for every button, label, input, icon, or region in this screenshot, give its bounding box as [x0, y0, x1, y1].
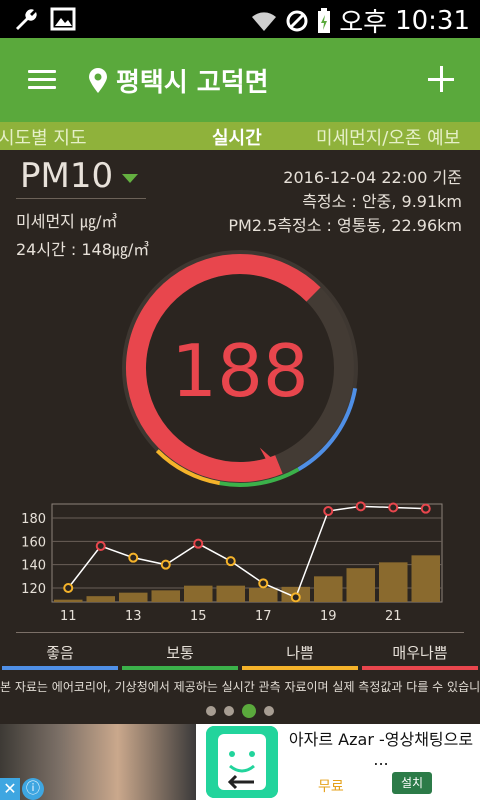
chart-point: [193, 538, 204, 549]
selector-underline: [16, 198, 146, 199]
chart-point: [160, 559, 171, 570]
page-dot[interactable]: [242, 703, 256, 718]
page-dot[interactable]: [206, 705, 216, 716]
history-chart: 120 140 160 180 11 13 15 17 19 21: [16, 500, 466, 626]
y-tick-label: 120: [21, 582, 46, 597]
app-logo-icon: [206, 726, 278, 798]
status-time: 10:31: [395, 5, 470, 36]
chart-point: [258, 578, 269, 589]
legend-very-bad: 매우나쁨: [392, 644, 448, 662]
x-tick-label: 11: [60, 609, 77, 624]
app-bar: 평택시 고덕면: [0, 38, 480, 122]
menu-icon[interactable]: [28, 70, 56, 90]
chart-bar: [119, 592, 148, 602]
ad-price: 무료: [318, 779, 344, 795]
chart-point: [95, 541, 106, 551]
wifi-icon: [252, 11, 277, 31]
status-time-label: 오후: [339, 8, 388, 38]
page-dot[interactable]: [264, 705, 274, 716]
chevron-down-icon[interactable]: [122, 174, 138, 183]
tab-strip: 시도별 지도 실시간 미세먼지/오존 예보: [0, 122, 480, 150]
ad-title[interactable]: 아자르 Azar -영상채팅으로 ...: [288, 730, 474, 770]
legend-divider: [16, 632, 464, 633]
aqi-gauge: 188: [122, 250, 358, 487]
ad-close-icon[interactable]: ✕: [0, 778, 20, 800]
chart-bar: [346, 568, 375, 602]
x-tick-label: 17: [255, 609, 272, 624]
y-tick-label: 140: [21, 559, 46, 574]
ad-banner[interactable]: ✕ ⓘ 아자르 Azar -영상채팅으로 ... 무료 설치: [0, 724, 480, 800]
chart-bar: [249, 588, 278, 602]
chart-bar: [86, 596, 115, 602]
chart-point: [128, 552, 139, 563]
status-bar: 오후 10:31: [0, 0, 480, 38]
chart-point: [290, 592, 301, 603]
unit-label: 미세먼지 ㎍/㎥: [16, 212, 118, 231]
station-info: 측정소 : 안중, 9.91km: [302, 192, 462, 211]
chart-bar: [54, 599, 83, 602]
tab-map[interactable]: 시도별 지도: [0, 124, 87, 150]
chart-point: [225, 556, 236, 567]
x-tick-label: 13: [125, 609, 142, 624]
legend-normal: 보통: [166, 644, 194, 662]
chart-bar: [314, 576, 343, 602]
x-tick-label: 21: [385, 609, 402, 624]
tab-realtime[interactable]: 실시간: [212, 124, 262, 150]
legend-bar-good: [2, 666, 118, 670]
page-indicator: [0, 700, 480, 718]
ad-install-button[interactable]: 설치: [392, 772, 432, 794]
image-icon: [50, 7, 76, 31]
battery-charging-icon: [318, 7, 331, 33]
chart-bar: [411, 555, 440, 602]
chart-point: [323, 506, 334, 516]
do-not-disturb-icon: [286, 10, 308, 31]
y-tick-label: 180: [21, 512, 46, 527]
chart-point: [63, 583, 74, 593]
chart-point: [388, 502, 399, 513]
chart-bar: [184, 585, 213, 602]
pm25-station-info: PM2.5측정소 : 영통동, 22.96km: [228, 216, 462, 235]
chart-bar: [151, 590, 180, 602]
legend-bad: 나쁨: [286, 644, 314, 662]
level-legend: 좋음 보통 나쁨 매우나쁨: [0, 632, 480, 672]
add-location-icon[interactable]: [428, 66, 454, 92]
y-tick-label: 160: [21, 535, 46, 550]
x-tick-label: 15: [190, 609, 207, 624]
legend-bar-bad: [242, 666, 358, 670]
disclaimer-note: 본 자료는 에어코리아, 기상청에서 제공하는 실시간 관측 자료이며 실제 측…: [0, 680, 480, 694]
chart-bar: [379, 562, 408, 602]
location-pin-icon: [89, 68, 107, 93]
ad-info-icon[interactable]: ⓘ: [22, 778, 44, 800]
gauge-value: 188: [171, 329, 308, 413]
chart-point: [420, 503, 431, 514]
tab-forecast[interactable]: 미세먼지/오존 예보: [316, 124, 460, 150]
legend-bar-normal: [122, 666, 238, 670]
legend-good: 좋음: [46, 644, 74, 662]
history-chart-svg: 120 140 160 180 11 13 15 17 19 21: [21, 501, 443, 624]
measure-datetime: 2016-12-04 22:00 기준: [283, 168, 462, 187]
wrench-icon: [16, 9, 37, 30]
page-dot[interactable]: [224, 705, 234, 716]
location-title[interactable]: 평택시 고덕면: [116, 62, 269, 99]
x-tick-label: 19: [320, 609, 337, 624]
chart-bar: [216, 585, 245, 602]
chart-point: [355, 501, 366, 512]
legend-bar-very-bad: [362, 666, 478, 670]
pollutant-selector[interactable]: PM10: [20, 156, 113, 196]
